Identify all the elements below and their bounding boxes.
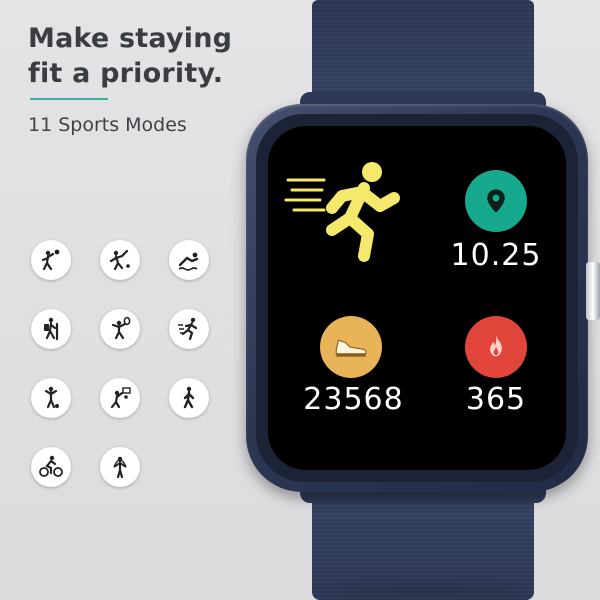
running-icon <box>169 309 209 349</box>
football-icon <box>31 378 71 418</box>
hiking-icon <box>31 309 71 349</box>
watch-screen: 10.25 23568 365 <box>268 126 566 470</box>
tennis-icon <box>100 309 140 349</box>
swimming-icon <box>169 240 209 280</box>
location-value: 10.25 <box>450 238 542 273</box>
calories-value: 365 <box>465 382 527 417</box>
badminton-icon <box>100 240 140 280</box>
watch-floor-shadow <box>340 585 520 597</box>
accent-divider <box>30 98 108 100</box>
headline-line-1: Make staying <box>28 23 233 54</box>
watch-crown <box>586 262 600 320</box>
sports-modes-caption: 11 Sports Modes <box>28 114 187 136</box>
runner-icon <box>284 162 400 262</box>
flame-icon <box>465 316 527 378</box>
jump-rope-icon <box>100 447 140 487</box>
steps-value: 23568 <box>303 382 404 417</box>
walking-icon <box>169 378 209 418</box>
volleyball-icon <box>31 240 71 280</box>
basketball-icon <box>100 378 140 418</box>
location-icon <box>465 170 527 232</box>
headline-line-2: fit a priority. <box>28 57 224 89</box>
headline: Make staying fit a priority. <box>28 22 232 91</box>
shoe-icon <box>320 316 382 378</box>
cycling-icon <box>31 447 71 487</box>
